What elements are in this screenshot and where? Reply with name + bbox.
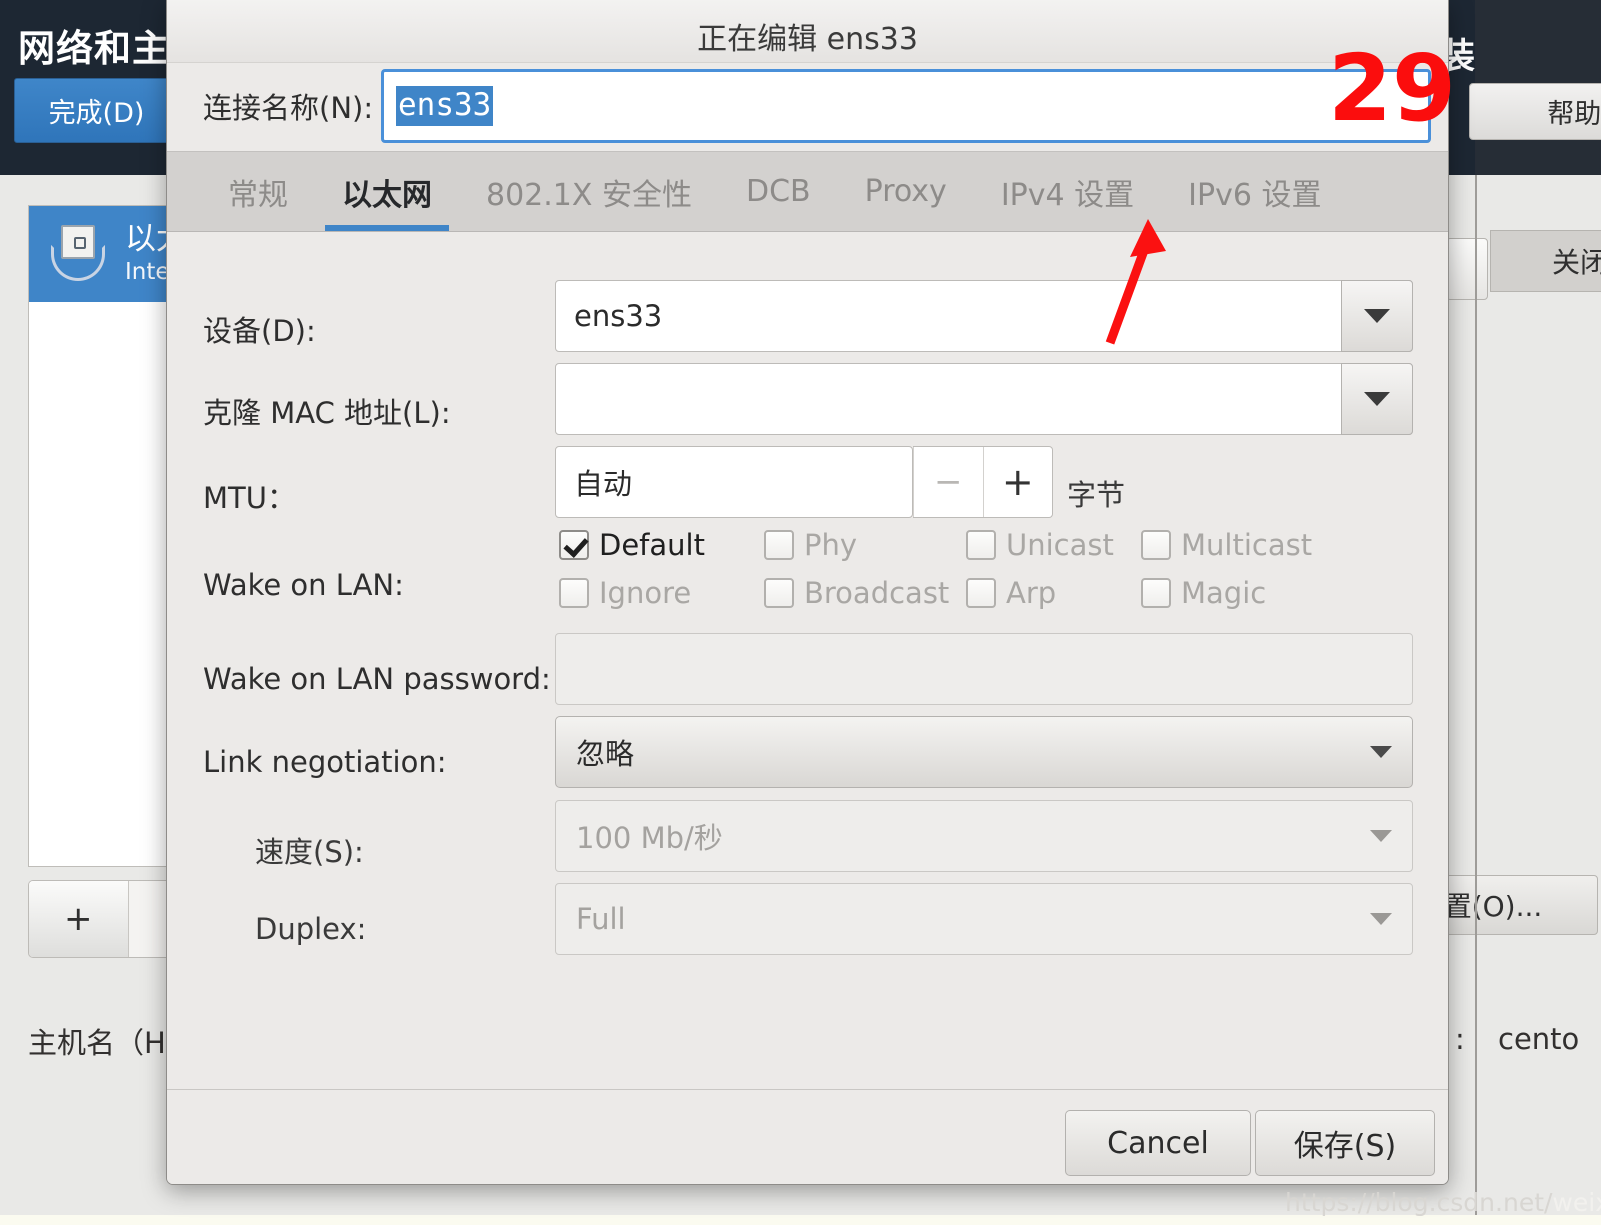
tab-ethernet[interactable]: 以太网 <box>315 152 459 231</box>
device-label: 设备(D): <box>203 314 316 348</box>
checkbox-phy-label: Phy <box>804 528 858 562</box>
link-negotiation-label: Link negotiation: <box>203 745 447 779</box>
save-button[interactable]: 保存(S) <box>1255 1110 1435 1176</box>
mtu-stepper-buttons: − + <box>913 446 1053 518</box>
checkbox-multicast[interactable]: Multicast <box>1141 528 1312 562</box>
mtu-label: MTU： <box>203 481 296 515</box>
mtu-units-label: 字节 <box>1067 478 1126 512</box>
mtu-decrement-button[interactable]: − <box>913 447 983 517</box>
checkbox-ignore-label: Ignore <box>599 576 692 610</box>
wake-on-lan-password-label: Wake on LAN password: <box>203 662 551 696</box>
wake-on-lan-checkbox-grid: Default Phy Unicast Multicast Ignore Bro… <box>559 528 1312 610</box>
checkbox-arp-label: Arp <box>1006 576 1057 610</box>
wake-on-lan-label: Wake on LAN: <box>203 568 404 602</box>
duplex-value: Full <box>576 902 626 936</box>
connection-name-value: ens33 <box>396 86 494 126</box>
checkbox-magic[interactable]: Magic <box>1141 576 1266 610</box>
mtu-stepper[interactable]: 自动 <box>555 446 913 518</box>
ethernet-tab-panel: 设备(D): ens33 克隆 MAC 地址(L): MTU： 自动 − + 字… <box>167 232 1448 1090</box>
speed-label: 速度(S): <box>255 835 364 869</box>
checkbox-arp[interactable]: Arp <box>966 576 1141 610</box>
cloned-mac-label: 克隆 MAC 地址(L): <box>203 396 451 430</box>
cloned-mac-combo[interactable] <box>555 363 1413 435</box>
cancel-button[interactable]: Cancel <box>1065 1110 1251 1176</box>
dialog-title: 正在编辑 ens33 <box>697 22 918 57</box>
checkbox-default-label: Default <box>599 528 705 562</box>
tab-ipv4[interactable]: IPv4 设置 <box>974 152 1161 231</box>
cloned-mac-chevron-down-icon[interactable] <box>1341 363 1413 435</box>
tab-proxy[interactable]: Proxy <box>838 152 974 231</box>
checkbox-unicast[interactable]: Unicast <box>966 528 1141 562</box>
connection-name-row: 连接名称(N): ens33 <box>167 63 1448 151</box>
mtu-value: 自动 <box>574 467 633 501</box>
edit-connection-dialog: 正在编辑 ens33 连接名称(N): ens33 常规 以太网 802.1X … <box>166 0 1449 1185</box>
link-negotiation-dropdown[interactable]: 忽略 <box>555 716 1413 788</box>
dialog-titlebar: 正在编辑 ens33 <box>167 0 1448 63</box>
checkbox-unicast-box[interactable] <box>966 530 996 560</box>
connection-name-input[interactable]: ens33 <box>381 69 1431 143</box>
wake-on-lan-password-input[interactable] <box>555 633 1413 705</box>
checkbox-magic-label: Magic <box>1181 576 1267 610</box>
checkbox-default[interactable]: Default <box>559 528 764 562</box>
connection-name-label: 连接名称(N): <box>203 91 374 125</box>
tab-ipv6[interactable]: IPv6 设置 <box>1161 152 1348 231</box>
checkbox-default-box[interactable] <box>559 530 589 560</box>
checkbox-magic-box[interactable] <box>1141 578 1171 608</box>
hostname-colon: : <box>1455 1022 1465 1056</box>
checkbox-phy-box[interactable] <box>764 530 794 560</box>
speed-chevron-down-icon <box>1370 801 1392 871</box>
help-button[interactable]: 帮助 ! <box>1469 83 1601 140</box>
duplex-dropdown[interactable]: Full <box>555 883 1413 955</box>
duplex-label: Duplex: <box>255 912 367 946</box>
wake-on-lan-row-1: Default Phy Unicast Multicast <box>559 528 1312 562</box>
link-negotiation-chevron-down-icon <box>1370 717 1392 787</box>
checkbox-unicast-label: Unicast <box>1006 528 1114 562</box>
link-negotiation-value: 忽略 <box>576 737 635 771</box>
device-value: ens33 <box>574 299 663 333</box>
checkbox-arp-box[interactable] <box>966 578 996 608</box>
close-button[interactable]: 关闭 <box>1490 230 1601 292</box>
window-divider <box>1475 175 1477 1225</box>
checkbox-multicast-label: Multicast <box>1181 528 1313 562</box>
add-connection-button[interactable]: + <box>29 881 129 957</box>
tab-dcb[interactable]: DCB <box>719 152 838 231</box>
device-combo[interactable]: ens33 <box>555 280 1413 352</box>
speed-value: 100 Mb/秒 <box>576 821 723 855</box>
hostname-value: cento <box>1498 1022 1580 1056</box>
watermark-prefix: https://blog.csdn.net/ <box>1285 1188 1553 1217</box>
duplex-chevron-down-icon <box>1370 884 1392 954</box>
device-chevron-down-icon[interactable] <box>1341 280 1413 352</box>
wake-on-lan-row-2: Ignore Broadcast Arp Magic <box>559 576 1312 610</box>
checkbox-broadcast[interactable]: Broadcast <box>764 576 966 610</box>
tab-8021x[interactable]: 802.1X 安全性 <box>459 152 719 231</box>
secondary-small-button[interactable] <box>1446 238 1488 300</box>
watermark: https://blog.csdn.net/weixin_48470176 <box>1285 1188 1601 1217</box>
checkbox-broadcast-box[interactable] <box>764 578 794 608</box>
checkbox-ignore[interactable]: Ignore <box>559 576 764 610</box>
tab-general[interactable]: 常规 <box>201 152 315 231</box>
done-button[interactable]: 完成(D) <box>14 78 179 143</box>
checkbox-multicast-box[interactable] <box>1141 530 1171 560</box>
checkbox-phy[interactable]: Phy <box>764 528 966 562</box>
mtu-increment-button[interactable]: + <box>982 447 1052 517</box>
ethernet-icon <box>49 223 111 285</box>
screen-root: 网络和主机名 装 完成(D) 帮助 ! 以太 Intel + − 主机名（H） … <box>0 0 1601 1225</box>
dialog-footer: Cancel 保存(S) <box>167 1090 1448 1184</box>
dialog-tabs: 常规 以太网 802.1X 安全性 DCB Proxy IPv4 设置 IPv6… <box>167 151 1448 232</box>
watermark-suffix: weixin_48470176 <box>1552 1188 1601 1217</box>
checkbox-ignore-box[interactable] <box>559 578 589 608</box>
speed-dropdown[interactable]: 100 Mb/秒 <box>555 800 1413 872</box>
checkbox-broadcast-label: Broadcast <box>804 576 950 610</box>
